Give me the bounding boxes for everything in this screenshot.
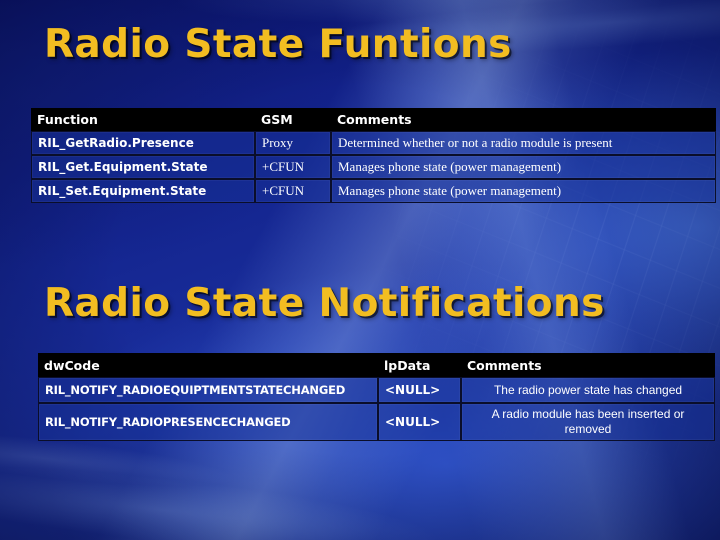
background-grid-texture (0, 0, 720, 540)
cell-lpdata: <NULL> (378, 377, 461, 403)
cell-comments: Determined whether or not a radio module… (331, 131, 716, 155)
background-base-gradient (0, 0, 720, 540)
background-swirl-lower (0, 0, 720, 540)
cell-lpdata: <NULL> (378, 403, 461, 441)
cell-comments: Manages phone state (power management) (331, 179, 716, 203)
background-light-beam (0, 0, 720, 540)
cell-dwcode: RIL_NOTIFY_RADIOPRESENCECHANGED (38, 403, 378, 441)
column-header-function: Function (31, 108, 255, 131)
column-header-comments: Comments (461, 353, 715, 377)
slide-canvas: 1010110100111010010101101001110100101011… (0, 0, 720, 540)
table-row: RIL_GetRadio.Presence Proxy Determined w… (31, 131, 716, 155)
table-row: RIL_Set.Equipment.State +CFUN Manages ph… (31, 179, 716, 203)
background-binary-texture: 1010110100111010010101101001110100101011… (4, 4, 713, 43)
background-light-beam-secondary (0, 0, 720, 540)
column-header-gsm: GSM (255, 108, 331, 131)
section-title-radio-state-notifications: Radio State Notifications (44, 281, 605, 326)
table-header-row: dwCode lpData Comments (38, 353, 715, 377)
cell-function: RIL_GetRadio.Presence (31, 131, 255, 155)
cell-dwcode: RIL_NOTIFY_RADIOEQUIPTMENTSTATECHANGED (38, 377, 378, 403)
cell-gsm: +CFUN (255, 155, 331, 179)
table-row: RIL_Get.Equipment.State +CFUN Manages ph… (31, 155, 716, 179)
table-header-row: Function GSM Comments (31, 108, 716, 131)
radio-state-functions-table: Function GSM Comments RIL_GetRadio.Prese… (31, 108, 716, 203)
column-header-comments: Comments (331, 108, 716, 131)
cell-gsm: +CFUN (255, 179, 331, 203)
cell-comments: Manages phone state (power management) (331, 155, 716, 179)
cell-gsm: Proxy (255, 131, 331, 155)
column-header-lpdata: lpData (378, 353, 461, 377)
background-swirl-upper (0, 0, 720, 540)
background-vignette (0, 0, 720, 540)
column-header-dwcode: dwCode (38, 353, 378, 377)
table-row: RIL_NOTIFY_RADIOPRESENCECHANGED <NULL> A… (38, 403, 715, 441)
radio-state-notifications-table: dwCode lpData Comments RIL_NOTIFY_RADIOE… (38, 353, 715, 441)
cell-function: RIL_Set.Equipment.State (31, 179, 255, 203)
section-title-radio-state-functions: Radio State Funtions (44, 22, 512, 67)
cell-comments: A radio module has been inserted or remo… (461, 403, 715, 441)
cell-function: RIL_Get.Equipment.State (31, 155, 255, 179)
table-row: RIL_NOTIFY_RADIOEQUIPTMENTSTATECHANGED <… (38, 377, 715, 403)
cell-comments: The radio power state has changed (461, 377, 715, 403)
